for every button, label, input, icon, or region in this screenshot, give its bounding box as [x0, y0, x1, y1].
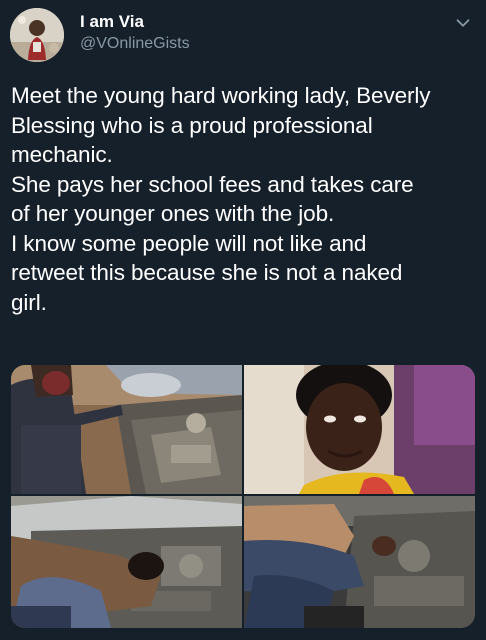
- chevron-down-icon[interactable]: [452, 12, 474, 34]
- tweet-text-line: Meet the young hard working lady, Beverl…: [11, 83, 431, 108]
- tweet-text-line: mechanic.: [11, 142, 113, 167]
- tweet-text: Meet the young hard working lady, Beverl…: [11, 81, 477, 317]
- tweet-header: I am Via @VOnlineGists: [10, 8, 476, 64]
- display-name[interactable]: I am Via: [80, 12, 190, 32]
- tweet-text-line: retweet this because she is not a naked: [11, 260, 403, 285]
- media-grid: [11, 365, 475, 628]
- author-names: I am Via @VOnlineGists: [80, 12, 190, 54]
- tweet-card: I am Via @VOnlineGists Meet the young ha…: [0, 0, 486, 640]
- photo-selfie[interactable]: [244, 365, 475, 494]
- photo-under-hood[interactable]: [11, 496, 242, 628]
- tweet-text-line: girl.: [11, 289, 47, 315]
- photo-mechanic-at-car[interactable]: [11, 365, 242, 494]
- tweet-text-line: Blessing who is a proud professional: [11, 112, 373, 138]
- user-handle[interactable]: @VOnlineGists: [80, 34, 190, 54]
- tweet-text-line: She pays her school fees and takes care: [11, 171, 414, 197]
- profile-avatar[interactable]: [10, 8, 64, 62]
- tweet-text-line: I know some people will not like and: [11, 230, 367, 256]
- photo-engine-repair[interactable]: [244, 496, 475, 628]
- avatar-image: [10, 8, 64, 62]
- tweet-text-line: of her younger ones with the job.: [11, 201, 335, 226]
